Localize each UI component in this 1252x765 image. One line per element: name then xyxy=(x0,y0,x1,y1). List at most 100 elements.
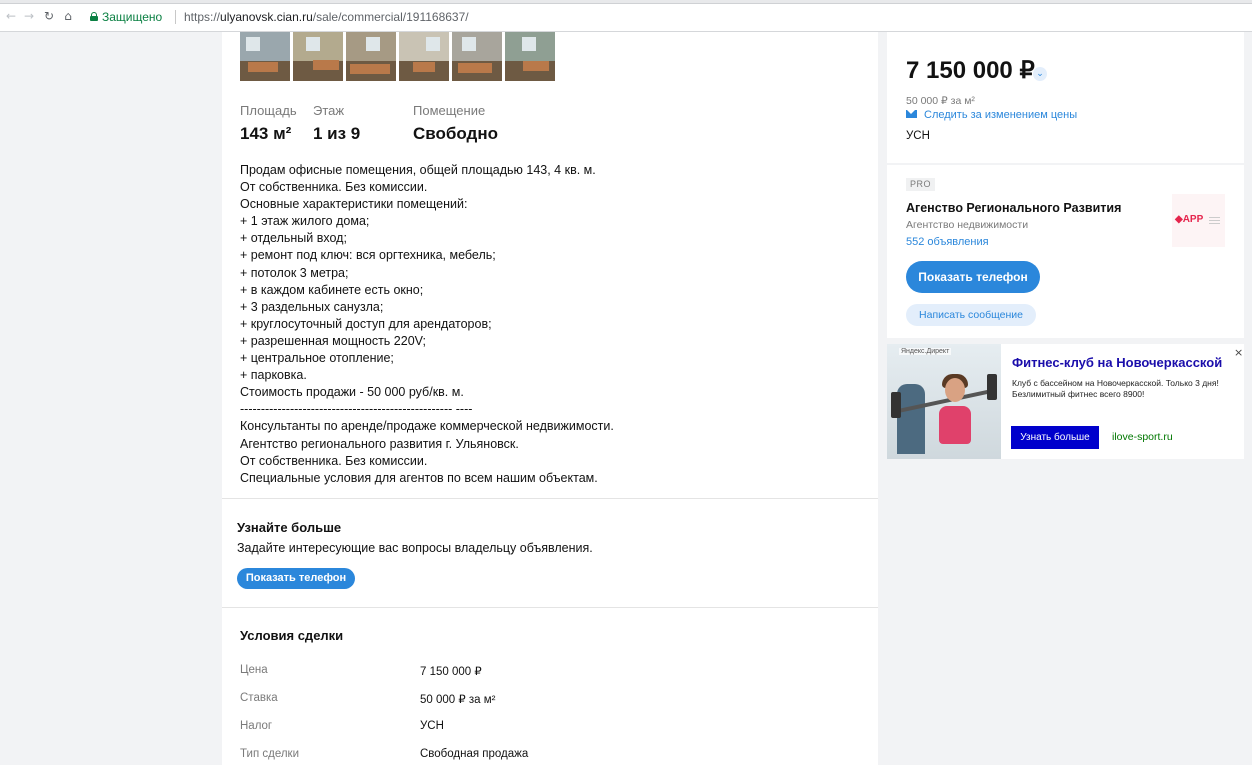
description-line: + парковка. xyxy=(240,368,307,383)
thumb-window xyxy=(426,37,440,51)
ad-image[interactable]: Яндекс.Директ xyxy=(887,344,1001,459)
close-icon[interactable]: × xyxy=(1234,346,1243,359)
forward-arrow-icon[interactable]: → xyxy=(22,9,36,23)
logo-lines xyxy=(1209,217,1220,218)
url-text[interactable]: https://ulyanovsk.cian.ru/sale/commercia… xyxy=(184,10,469,24)
home-icon[interactable]: ⌂ xyxy=(61,9,75,23)
chevron-down-icon[interactable]: ⌄ xyxy=(1033,67,1047,81)
reload-icon[interactable]: ↻ xyxy=(42,9,56,23)
description-line: Агентство регионального развития г. Улья… xyxy=(240,436,519,451)
deal-term-value: Свободная продажа xyxy=(420,748,529,760)
description-line: + в каждом кабинете есть окно; xyxy=(240,282,424,297)
lock-icon xyxy=(90,12,98,21)
ad-person-shirt xyxy=(939,406,971,444)
description-line: + разрешенная мощность 220V; xyxy=(240,333,426,348)
thumb-window xyxy=(306,37,320,51)
ad-domain-link[interactable]: ilove-sport.ru xyxy=(1112,431,1173,443)
price-value: 7 150 000 ₽ xyxy=(906,57,1035,84)
description-line: + круглосуточный доступ для арендаторов; xyxy=(240,316,492,331)
thumb-wall xyxy=(399,32,449,62)
photo-thumbnail[interactable] xyxy=(452,32,502,81)
follow-price-label: Следить за изменением цены xyxy=(924,109,1078,121)
thumb-window xyxy=(522,37,536,51)
url-path: /sale/commercial/191168637/ xyxy=(312,10,469,24)
thumb-desk xyxy=(458,63,492,73)
deal-term-value: 50 000 ₽ за м² xyxy=(420,694,496,706)
photo-thumbnail[interactable] xyxy=(240,32,290,81)
thumb-window xyxy=(462,37,476,51)
thumb-desk xyxy=(523,61,549,71)
ad-learn-more-button[interactable]: Узнать больше xyxy=(1011,426,1099,449)
url-prefix: https:// xyxy=(184,10,221,24)
tab-strip xyxy=(0,0,1252,4)
thumb-desk xyxy=(413,62,435,72)
thumb-desk xyxy=(350,64,390,74)
learn-more-subtitle: Задайте интересующие вас вопросы владель… xyxy=(237,541,593,555)
fact-item: Помещение Свободно xyxy=(413,103,533,146)
barbell-plate xyxy=(987,374,997,400)
learn-more-title: Узнайте больше xyxy=(237,520,342,535)
description-line: + 1 этаж жилого дома; xyxy=(240,214,370,229)
description-line: + центральное отопление; xyxy=(240,351,394,366)
description-line: Стоимость продажи - 50 000 руб/кв. м. xyxy=(240,385,464,400)
description-line: Продам офисные помещения, общей площадью… xyxy=(240,163,596,177)
fact-value: 143 м² xyxy=(240,124,292,143)
photo-thumbnail[interactable] xyxy=(346,32,396,81)
barbell-plate xyxy=(891,392,901,418)
show-phone-button[interactable]: Показать телефон xyxy=(906,261,1040,293)
thumb-window xyxy=(246,37,260,51)
ad-person-shape xyxy=(897,384,925,454)
deal-term-label: Налог xyxy=(240,720,273,732)
deal-term-label: Ставка xyxy=(240,692,278,704)
deal-terms-title: Условия сделки xyxy=(240,628,344,643)
address-bar[interactable]: Защищено https://ulyanovsk.cian.ru/sale/… xyxy=(82,6,1252,28)
description-line: + 3 раздельных санузла; xyxy=(240,299,384,314)
fact-label: Площадь xyxy=(240,103,297,118)
price-per-meter: 50 000 ₽ за м² xyxy=(906,95,975,107)
agent-card: PRO Агенство Регионального Развития Аген… xyxy=(887,165,1244,338)
write-message-button[interactable]: Написать сообщение xyxy=(906,304,1036,326)
agent-listings-link[interactable]: 552 объявления xyxy=(906,236,989,248)
agent-name[interactable]: Агенство Регионального Развития xyxy=(906,201,1121,215)
description-line: + ремонт под ключ: вся оргтехника, мебел… xyxy=(240,248,496,263)
photo-thumbnail[interactable] xyxy=(293,32,343,81)
fact-value: 1 из 9 xyxy=(313,124,361,143)
agent-logo[interactable]: ◆APP xyxy=(1172,194,1225,247)
photo-thumbnails xyxy=(240,32,555,82)
fact-item: Этаж 1 из 9 xyxy=(313,103,413,146)
fact-value: Свободно xyxy=(413,124,498,143)
description-line: Консультанты по аренде/продаже коммерчес… xyxy=(240,419,614,434)
description-line: + потолок 3 метра; xyxy=(240,265,349,280)
fact-label: Этаж xyxy=(313,103,345,118)
listing-card: Площадь 143 м² Этаж 1 из 9 Помещение Свободно… xyxy=(222,32,878,765)
description-line: Основные характеристики помещений: xyxy=(240,197,468,212)
section-divider xyxy=(222,607,878,608)
thumb-wall xyxy=(452,32,502,62)
section-divider xyxy=(222,498,878,499)
show-phone-button[interactable]: Показать телефон xyxy=(237,568,355,589)
yandex-direct-ad[interactable]: Яндекс.Директ × Фитнес-клуб на Новочерка… xyxy=(887,344,1244,459)
ad-source-label: Яндекс.Директ xyxy=(899,348,952,355)
agent-type: Агентство недвижимости xyxy=(906,219,1029,231)
thumb-desk xyxy=(313,60,339,70)
ad-person-head xyxy=(945,378,965,402)
listing-facts: Площадь 143 м² Этаж 1 из 9 Помещение Свободно xyxy=(240,103,533,146)
thumb-window xyxy=(366,37,380,51)
description-line: ----------------------------------------… xyxy=(240,402,473,417)
browser-toolbar: ← → ↻ ⌂ Защищено https://ulyanovsk.cian.… xyxy=(0,0,1252,32)
photo-thumbnail[interactable] xyxy=(505,32,555,81)
ad-text: Клуб с бассейном на Новочеркасской. Толь… xyxy=(1012,378,1219,399)
omnibox-separator xyxy=(175,10,176,24)
pro-badge: PRO xyxy=(906,178,936,191)
back-arrow-icon[interactable]: ← xyxy=(4,9,18,23)
fact-label: Помещение xyxy=(413,103,486,118)
ad-title[interactable]: Фитнес-клуб на Новочеркасской xyxy=(1012,355,1222,370)
listing-description: Продам офисные помещения, общей площадью… xyxy=(240,162,860,487)
deal-term-label: Тип сделки xyxy=(240,748,300,760)
price-card: 7 150 000 ₽ ⌄ 50 000 ₽ за м² Следить за … xyxy=(887,32,1244,163)
description-line: От собственника. Без комиссии. xyxy=(240,180,428,195)
photo-thumbnail[interactable] xyxy=(399,32,449,81)
fact-item: Площадь 143 м² xyxy=(240,103,313,146)
deal-term-value: 7 150 000 ₽ xyxy=(420,666,482,678)
description-line: Специальные условия для агентов по всем … xyxy=(240,470,598,485)
